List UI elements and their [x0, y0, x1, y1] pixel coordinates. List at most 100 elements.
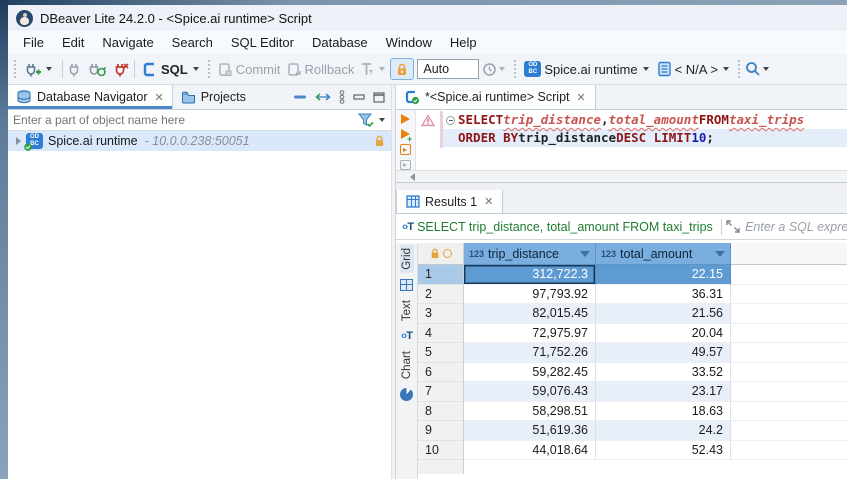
- search-icon[interactable]: [745, 61, 761, 77]
- toolbar-grip[interactable]: [13, 60, 18, 78]
- row-number-cell[interactable]: 8: [418, 402, 464, 422]
- grid-cell[interactable]: 23.17: [596, 382, 731, 402]
- link-with-editor-icon[interactable]: [315, 92, 331, 102]
- grid-cell[interactable]: 24.2: [596, 421, 731, 441]
- maximize-icon[interactable]: [373, 92, 385, 103]
- collapse-all-icon[interactable]: [294, 94, 307, 100]
- column-header-trip-distance[interactable]: 123 trip_distance: [464, 243, 596, 265]
- plug-icon[interactable]: [68, 62, 82, 77]
- grid-corner-cell[interactable]: [418, 243, 464, 265]
- table-row[interactable]: 858,298.5118.63: [418, 402, 847, 422]
- table-row[interactable]: 759,076.4323.17: [418, 382, 847, 402]
- editor-results-splitter[interactable]: [396, 182, 847, 190]
- sort-dropdown-icon[interactable]: [715, 251, 725, 257]
- editor-horizontal-scrollbar[interactable]: [396, 170, 847, 182]
- row-number-cell[interactable]: 3: [418, 304, 464, 324]
- close-icon[interactable]: ✕: [154, 91, 163, 104]
- disconnect-icon[interactable]: [113, 62, 129, 77]
- menu-navigate[interactable]: Navigate: [93, 33, 162, 52]
- grid-cell[interactable]: 22.15: [596, 265, 731, 285]
- execute-new-tab-button[interactable]: [401, 129, 410, 139]
- grid-cell[interactable]: 44,018.64: [464, 441, 596, 461]
- code-area[interactable]: SELECT trip_distance, total_amount FROM …: [443, 110, 847, 170]
- reconnect-icon[interactable]: [88, 62, 107, 77]
- row-number-cell[interactable]: 2: [418, 285, 464, 305]
- connection-dropdown-caret[interactable]: [643, 67, 649, 71]
- tab-projects[interactable]: Projects: [173, 85, 254, 109]
- grid-cell[interactable]: 82,015.45: [464, 304, 596, 324]
- execute-statement-button[interactable]: [401, 114, 410, 124]
- schema-dropdown-caret[interactable]: [723, 67, 729, 71]
- menu-help[interactable]: Help: [441, 33, 486, 52]
- tab-database-navigator[interactable]: Database Navigator ✕: [8, 85, 173, 109]
- menu-file[interactable]: File: [14, 33, 53, 52]
- search-dropdown-caret[interactable]: [763, 67, 769, 71]
- fold-collapse-icon[interactable]: [446, 116, 455, 125]
- menu-database[interactable]: Database: [303, 33, 377, 52]
- connection-selector[interactable]: ODBC Spice.ai runtime: [521, 58, 653, 80]
- table-row[interactable]: 951,619.3624.2: [418, 421, 847, 441]
- row-number-cell[interactable]: 1: [418, 265, 464, 285]
- tree-item-connection[interactable]: ODBC Spice.ai runtime - 10.0.0.238:50051: [8, 131, 391, 151]
- grid-presentation-icon[interactable]: [400, 279, 413, 291]
- expand-chevron-icon[interactable]: [16, 137, 21, 145]
- row-number-cell[interactable]: 5: [418, 343, 464, 363]
- menu-window[interactable]: Window: [377, 33, 441, 52]
- table-row[interactable]: 382,015.4521.56: [418, 304, 847, 324]
- toolbar-grip[interactable]: [737, 60, 742, 78]
- minimize-icon[interactable]: [353, 92, 365, 102]
- grid-cell[interactable]: 36.31: [596, 285, 731, 305]
- rollback-button[interactable]: Rollback: [284, 59, 358, 80]
- close-icon[interactable]: ✕: [577, 91, 586, 104]
- pie-chart-icon[interactable]: [400, 388, 413, 401]
- txn-mode-select[interactable]: Auto: [417, 59, 479, 79]
- filter-funnel-icon[interactable]: [357, 112, 375, 128]
- grid-cell[interactable]: 312,722.3: [464, 265, 596, 285]
- menu-search[interactable]: Search: [163, 33, 222, 52]
- grid-cell[interactable]: 52.43: [596, 441, 731, 461]
- grid-cell[interactable]: 59,282.45: [464, 363, 596, 383]
- grid-cell[interactable]: 97,793.92: [464, 285, 596, 305]
- row-number-cell[interactable]: 10: [418, 441, 464, 461]
- schema-selector[interactable]: < N/A >: [654, 58, 734, 80]
- history-clock-icon[interactable]: [482, 62, 497, 77]
- table-row[interactable]: 1312,722.322.15: [418, 265, 847, 285]
- column-header-total-amount[interactable]: 123 total_amount: [596, 243, 731, 265]
- sort-dropdown-icon[interactable]: [580, 251, 590, 257]
- transaction-dropdown-caret[interactable]: [379, 67, 385, 71]
- row-number-cell[interactable]: 9: [418, 421, 464, 441]
- grid-cell[interactable]: 21.56: [596, 304, 731, 324]
- menu-sql-editor[interactable]: SQL Editor: [222, 33, 303, 52]
- connect-dropdown-caret[interactable]: [46, 67, 52, 71]
- tab-results-1[interactable]: Results 1 ✕: [396, 190, 503, 213]
- grid-cell[interactable]: 72,975.97: [464, 324, 596, 344]
- expand-panel-icon[interactable]: [726, 220, 740, 233]
- execute-script-new-tab-button[interactable]: [400, 160, 411, 171]
- execute-script-button[interactable]: [400, 144, 411, 155]
- grid-cell[interactable]: 71,752.26: [464, 343, 596, 363]
- presentation-tab-grid[interactable]: Grid: [400, 245, 414, 273]
- table-row[interactable]: 571,752.2649.57: [418, 343, 847, 363]
- row-number-cell[interactable]: 7: [418, 382, 464, 402]
- commit-button[interactable]: Commit: [215, 59, 284, 80]
- object-filter-input[interactable]: [8, 110, 357, 130]
- grid-cell[interactable]: 49.57: [596, 343, 731, 363]
- auto-commit-toggle[interactable]: [390, 58, 414, 80]
- toolbar-grip[interactable]: [513, 60, 518, 78]
- menu-edit[interactable]: Edit: [53, 33, 93, 52]
- row-number-cell[interactable]: 4: [418, 324, 464, 344]
- filter-dropdown-caret[interactable]: [379, 118, 385, 122]
- filter-expression-placeholder[interactable]: Enter a SQL expression to: [745, 220, 847, 234]
- grid-cell[interactable]: 18.63: [596, 402, 731, 422]
- grid-cell[interactable]: 20.04: [596, 324, 731, 344]
- code-line-2[interactable]: ORDER BY trip_distance DESC LIMIT 10;: [443, 129, 847, 147]
- grid-cell[interactable]: 59,076.43: [464, 382, 596, 402]
- table-row[interactable]: 472,975.9720.04: [418, 324, 847, 344]
- transaction-log-button[interactable]: [357, 59, 390, 80]
- scroll-left-icon[interactable]: [410, 173, 415, 181]
- presentation-tab-chart[interactable]: Chart: [400, 348, 414, 382]
- toolbar-grip[interactable]: [207, 60, 212, 78]
- table-row[interactable]: 659,282.4533.52: [418, 363, 847, 383]
- text-presentation-icon[interactable]: ‹›T: [401, 330, 412, 342]
- row-number-cell[interactable]: 6: [418, 363, 464, 383]
